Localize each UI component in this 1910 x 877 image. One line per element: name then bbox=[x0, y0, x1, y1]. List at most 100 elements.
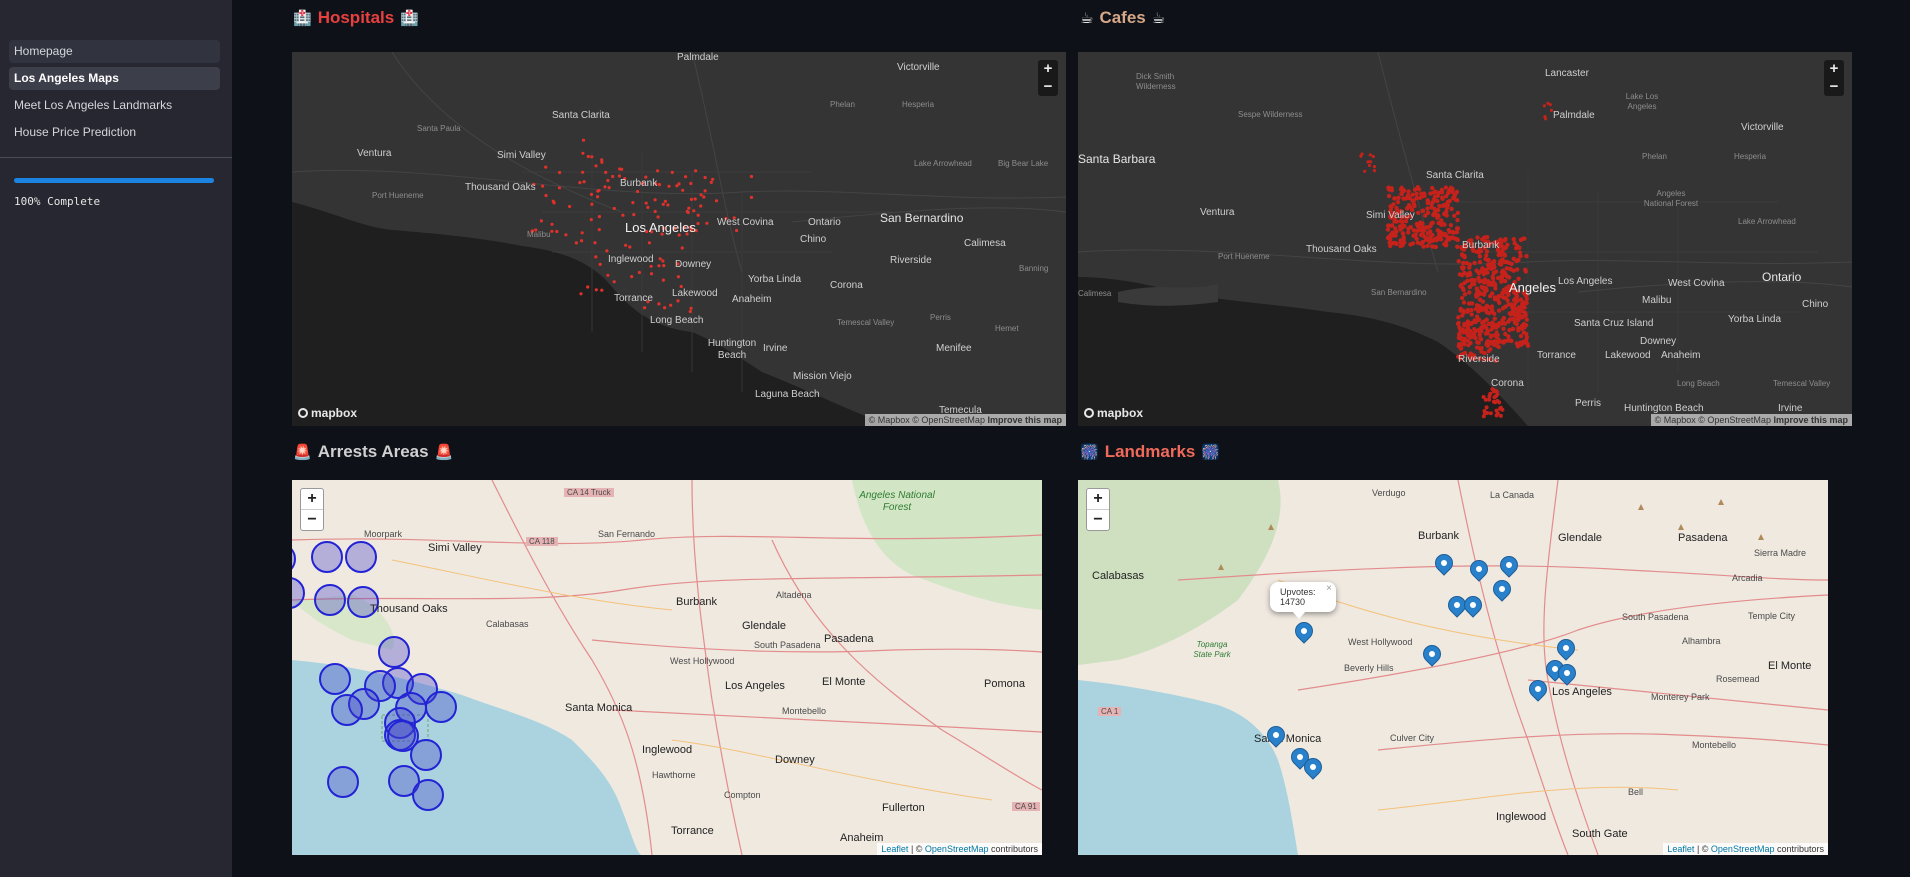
map-point bbox=[1465, 273, 1470, 278]
map-point bbox=[1501, 326, 1506, 331]
map-label: Arcadia bbox=[1732, 573, 1763, 583]
map-point bbox=[624, 243, 628, 247]
map-label: Perris bbox=[1574, 398, 1602, 409]
attribution-link[interactable]: © Mapbox © OpenStreetMap bbox=[869, 415, 985, 425]
map-point bbox=[1488, 294, 1493, 299]
arrest-area-circle[interactable] bbox=[410, 739, 442, 771]
arrest-area-circle[interactable] bbox=[292, 544, 296, 574]
map-point bbox=[1444, 243, 1449, 248]
map-point bbox=[1400, 243, 1405, 248]
leaflet-link[interactable]: Leaflet bbox=[881, 844, 908, 854]
map-label: Irvine bbox=[763, 343, 788, 354]
cafes-map[interactable]: Lancaster Lake Los Angeles Palmdale Sesp… bbox=[1078, 52, 1852, 426]
landmarks-map[interactable]: Burbank Glendale Pasadena Sierra Madre A… bbox=[1078, 480, 1828, 855]
map-point bbox=[1489, 339, 1494, 344]
arrest-area-circle[interactable] bbox=[331, 694, 363, 726]
osm-link[interactable]: OpenStreetMap bbox=[925, 844, 989, 854]
zoom-out-button[interactable]: − bbox=[301, 510, 323, 530]
arrests-map[interactable]: Angeles National Forest CA 14 Truck San … bbox=[292, 480, 1042, 855]
arrest-area-circle[interactable] bbox=[425, 691, 457, 723]
map-point bbox=[1492, 339, 1497, 344]
cafes-title: ☕ Cafes ☕ bbox=[1080, 7, 1165, 29]
improve-map-link[interactable]: Improve this map bbox=[987, 415, 1062, 425]
map-point bbox=[1490, 259, 1496, 265]
nav-item-meet-landmarks[interactable]: Meet Los Angeles Landmarks bbox=[9, 94, 220, 117]
map-label: Dick Smith Wilderness bbox=[1136, 72, 1176, 91]
map-label: Santa Monica bbox=[565, 702, 633, 714]
map-point bbox=[669, 303, 673, 307]
map-point bbox=[581, 170, 585, 174]
map-point bbox=[686, 210, 690, 215]
close-icon[interactable]: × bbox=[1326, 583, 1332, 594]
arrest-area-circle[interactable] bbox=[345, 541, 377, 573]
map-point bbox=[681, 188, 685, 192]
zoom-in-button[interactable]: + bbox=[1038, 60, 1058, 78]
map-point bbox=[594, 164, 598, 168]
arrest-area-circle[interactable] bbox=[412, 779, 444, 811]
zoom-out-button[interactable]: − bbox=[1038, 78, 1058, 96]
map-point bbox=[1467, 265, 1472, 270]
map-point bbox=[1410, 192, 1415, 197]
zoom-in-button[interactable]: + bbox=[301, 489, 323, 510]
osm-link[interactable]: OpenStreetMap bbox=[1711, 844, 1775, 854]
map-label: Los Angeles bbox=[725, 680, 785, 692]
map-label: Calabasas bbox=[486, 619, 529, 629]
map-point bbox=[581, 151, 585, 155]
zoom-out-button[interactable]: − bbox=[1824, 78, 1844, 96]
map-point bbox=[580, 231, 584, 235]
nav-item-house-price-prediction[interactable]: House Price Prediction bbox=[9, 121, 220, 144]
map-point bbox=[1460, 313, 1465, 318]
mapbox-logo[interactable]: mapbox bbox=[1084, 406, 1143, 420]
improve-map-link[interactable]: Improve this map bbox=[1773, 415, 1848, 425]
map-point bbox=[1484, 326, 1489, 331]
map-label: Thousand Oaks bbox=[1306, 244, 1377, 255]
arrest-area-circle[interactable] bbox=[314, 584, 346, 616]
map-label: Simi Valley bbox=[1366, 210, 1415, 221]
map-point bbox=[541, 184, 545, 188]
map-point bbox=[1456, 259, 1461, 264]
map-point bbox=[612, 206, 616, 211]
map-point bbox=[1498, 413, 1503, 418]
map-point bbox=[1470, 320, 1475, 325]
map-label: CA 1 bbox=[1098, 707, 1122, 716]
map-point bbox=[1510, 317, 1515, 322]
map-point bbox=[1416, 210, 1421, 215]
arrests-title: 🚨 Arrests Areas 🚨 bbox=[293, 441, 453, 463]
arrest-area-circle[interactable] bbox=[327, 766, 359, 798]
map-point bbox=[670, 170, 674, 174]
map-label: Angeles bbox=[1509, 280, 1556, 295]
nav-item-homepage[interactable]: Homepage bbox=[9, 40, 220, 63]
arrest-area-circle[interactable] bbox=[378, 636, 410, 668]
zoom-in-button[interactable]: + bbox=[1087, 489, 1109, 510]
map-point bbox=[568, 204, 572, 209]
map-label: Montebello bbox=[1692, 740, 1737, 750]
map-point bbox=[676, 299, 680, 303]
map-point bbox=[1435, 213, 1440, 218]
hospitals-map[interactable]: Palmdale Victorville Santa Clarita Phela… bbox=[292, 52, 1066, 426]
map-point bbox=[550, 229, 554, 233]
map-point bbox=[1367, 163, 1372, 168]
map-point bbox=[689, 181, 693, 186]
map-label: Riverside bbox=[890, 255, 932, 266]
map-label: Compton bbox=[724, 790, 761, 800]
zoom-in-button[interactable]: + bbox=[1824, 60, 1844, 78]
attribution-link[interactable]: © Mapbox © OpenStreetMap bbox=[1655, 415, 1771, 425]
arrest-area-circle[interactable] bbox=[319, 663, 351, 695]
arrest-area-circle[interactable] bbox=[311, 541, 343, 573]
mapbox-logo-text: mapbox bbox=[311, 406, 358, 420]
map-label: CA 91 bbox=[1012, 802, 1040, 811]
map-point bbox=[1479, 325, 1484, 330]
map-point bbox=[1493, 333, 1498, 338]
map-point bbox=[593, 241, 597, 245]
nav-item-los-angeles-maps[interactable]: Los Angeles Maps bbox=[9, 67, 220, 90]
mapbox-logo[interactable]: mapbox bbox=[298, 406, 357, 420]
map-point bbox=[581, 138, 586, 142]
map-point bbox=[1391, 202, 1396, 207]
map-point bbox=[699, 193, 703, 197]
map-point bbox=[603, 185, 607, 189]
map-point bbox=[1524, 253, 1529, 259]
zoom-out-button[interactable]: − bbox=[1087, 510, 1109, 530]
map-label: Sierra Madre bbox=[1754, 548, 1807, 558]
arrest-area-circle[interactable] bbox=[292, 577, 305, 609]
leaflet-link[interactable]: Leaflet bbox=[1667, 844, 1694, 854]
